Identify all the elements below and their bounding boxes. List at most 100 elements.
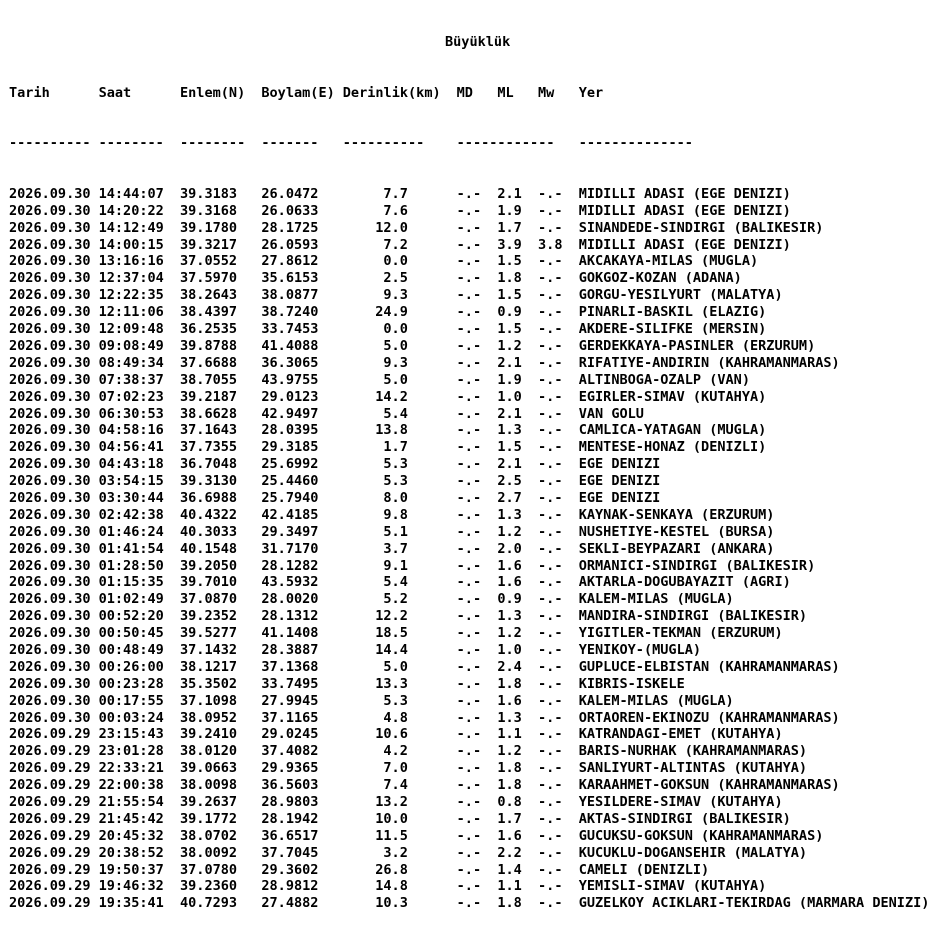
earthquake-list: Büyüklük Tarih Saat Enlem(N) Boylam(E) Derin… xyxy=(9,0,927,929)
latitude-cell: 38.0952 xyxy=(179,709,238,726)
longitude-cell: 25.7940 xyxy=(261,489,319,506)
place-cell: ORTAOREN-EKINOZU (KAHRAMANMARAS) xyxy=(578,709,840,726)
depth-cell: 10.6 xyxy=(375,726,408,743)
place-cell: AKTAS-SINDIRGI (BALIKESIR) xyxy=(578,810,791,827)
date-cell: 2026.09.30 xyxy=(9,185,91,202)
longitude-cell: 29.0123 xyxy=(261,388,319,405)
latitude-cell: 35.3502 xyxy=(179,675,238,692)
longitude-cell: 26.0633 xyxy=(261,202,319,219)
earthquake-row: 2026.09.30 14:20:22 39.3168 26.0633 7.6 -.- 1.… xyxy=(9,203,927,220)
depth-cell: 11.5 xyxy=(375,827,408,844)
mw-cell: -.- xyxy=(538,777,563,794)
col-ml-header: ML xyxy=(497,84,514,101)
mw-cell: -.- xyxy=(538,388,563,405)
latitude-cell: 39.2360 xyxy=(179,878,238,895)
depth-cell: 5.0 xyxy=(383,658,408,675)
place-cell: KALEM-MILAS (MUGLA) xyxy=(578,692,734,709)
time-cell: 14:20:22 xyxy=(98,202,164,219)
latitude-cell: 38.0092 xyxy=(179,844,238,861)
ml-cell: 1.6 xyxy=(497,827,522,844)
md-cell: -.- xyxy=(456,473,482,490)
md-cell: -.- xyxy=(456,743,482,760)
date-cell: 2026.09.30 xyxy=(9,608,91,625)
place-cell: GERDEKKAYA-PASINLER (ERZURUM) xyxy=(578,337,816,354)
md-cell: -.- xyxy=(456,321,482,338)
md-cell: -.- xyxy=(456,219,482,236)
ml-cell: 1.6 xyxy=(497,692,522,709)
date-cell: 2026.09.30 xyxy=(9,489,91,506)
depth-cell: 5.1 xyxy=(383,523,408,540)
place-cell: MIDILLI ADASI (EGE DENIZI) xyxy=(578,236,791,253)
longitude-cell: 25.6992 xyxy=(261,456,319,473)
md-cell: -.- xyxy=(456,337,482,354)
col-lon-header: Boylam(E) xyxy=(261,84,335,101)
md-cell: -.- xyxy=(456,405,482,422)
depth-cell: 5.3 xyxy=(383,473,408,490)
earthquake-row: 2026.09.30 12:09:48 36.2535 33.7453 0.0 -.- 1.… xyxy=(9,321,927,338)
col-lat-header: Enlem(N) xyxy=(179,84,246,101)
date-cell: 2026.09.30 xyxy=(9,287,91,304)
md-cell: -.- xyxy=(456,371,482,388)
ml-cell: 1.6 xyxy=(497,557,522,574)
divider-lon: ------- xyxy=(261,135,319,152)
depth-cell: 3.2 xyxy=(383,844,408,861)
time-cell: 03:54:15 xyxy=(98,473,164,490)
ml-cell: 1.6 xyxy=(497,574,522,591)
md-cell: -.- xyxy=(456,388,482,405)
longitude-cell: 42.4185 xyxy=(261,506,319,523)
latitude-cell: 38.4397 xyxy=(179,304,238,321)
time-cell: 14:44:07 xyxy=(98,185,164,202)
place-cell: YIGITLER-TEKMAN (ERZURUM) xyxy=(578,625,783,642)
divider-place: -------------- xyxy=(578,135,693,152)
date-cell: 2026.09.29 xyxy=(9,743,91,760)
depth-cell: 4.2 xyxy=(383,743,408,760)
date-cell: 2026.09.30 xyxy=(9,709,91,726)
earthquake-row: 2026.09.30 04:58:16 37.1643 28.0395 13.8 -.- 1… xyxy=(9,422,927,439)
ml-cell: 3.9 xyxy=(497,236,522,253)
earthquake-row: 2026.09.30 00:50:45 39.5277 41.1408 18.5 -.- 1… xyxy=(9,625,927,642)
longitude-cell: 37.4082 xyxy=(261,743,319,760)
mw-cell: -.- xyxy=(538,405,563,422)
depth-cell: 14.2 xyxy=(375,388,408,405)
earthquake-row: 2026.09.30 00:03:24 38.0952 37.1165 4.8 -.- 1.… xyxy=(9,710,927,727)
place-cell: ORMANICI-SINDIRGI (BALIKESIR) xyxy=(578,557,816,574)
earthquake-row: 2026.09.29 23:01:28 38.0120 37.4082 4.2 -.- 1.… xyxy=(9,743,927,760)
md-cell: -.- xyxy=(456,878,482,895)
time-cell: 12:09:48 xyxy=(98,321,164,338)
depth-cell: 9.1 xyxy=(383,557,408,574)
md-cell: -.- xyxy=(456,861,482,878)
longitude-cell: 28.9803 xyxy=(261,793,319,810)
time-cell: 21:55:54 xyxy=(98,793,164,810)
time-cell: 01:41:54 xyxy=(98,540,164,557)
longitude-cell: 27.8612 xyxy=(261,253,319,270)
latitude-cell: 40.4322 xyxy=(179,506,238,523)
depth-cell: 7.4 xyxy=(383,777,408,794)
depth-cell: 7.2 xyxy=(383,236,408,253)
ml-cell: 1.5 xyxy=(497,439,522,456)
time-cell: 04:56:41 xyxy=(98,439,164,456)
magnitude-group-header: Büyüklük xyxy=(445,33,511,50)
mw-cell: -.- xyxy=(538,827,563,844)
earthquake-row: 2026.09.29 20:45:32 38.0702 36.6517 11.5 -.- 1… xyxy=(9,828,927,845)
depth-cell: 9.8 xyxy=(383,506,408,523)
mw-cell: -.- xyxy=(538,743,563,760)
ml-cell: 1.8 xyxy=(497,895,522,912)
time-cell: 02:42:38 xyxy=(98,506,164,523)
depth-cell: 4.8 xyxy=(383,709,408,726)
ml-cell: 1.8 xyxy=(497,675,522,692)
md-cell: -.- xyxy=(456,709,482,726)
divider-magnitude: ------------ xyxy=(456,135,555,152)
latitude-cell: 39.3217 xyxy=(179,236,238,253)
date-cell: 2026.09.30 xyxy=(9,439,91,456)
depth-cell: 12.2 xyxy=(375,608,408,625)
depth-cell: 13.8 xyxy=(375,422,408,439)
place-cell: NUSHETIYE-KESTEL (BURSA) xyxy=(578,523,775,540)
latitude-cell: 37.0870 xyxy=(179,591,238,608)
date-cell: 2026.09.29 xyxy=(9,760,91,777)
ml-cell: 1.0 xyxy=(497,641,522,658)
latitude-cell: 36.6988 xyxy=(179,489,238,506)
mw-cell: -.- xyxy=(538,675,563,692)
place-cell: CAMLICA-YATAGAN (MUGLA) xyxy=(578,422,767,439)
ml-cell: 1.9 xyxy=(497,202,522,219)
earthquake-row: 2026.09.30 01:41:54 40.1548 31.7170 3.7 -.- 2.… xyxy=(9,541,927,558)
